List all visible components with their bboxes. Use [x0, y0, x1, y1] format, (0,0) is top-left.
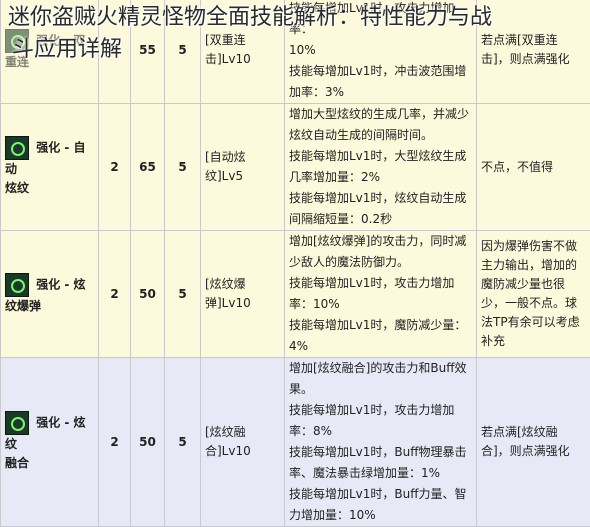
effect-line: 技能每增加Lv1时，攻击力增加: [289, 273, 472, 294]
rec-line: 法TP有余可以考虑: [481, 313, 586, 332]
sp-cost: 65: [131, 104, 165, 231]
effect-line: 少敌人的魔法防御力。: [289, 252, 472, 273]
prerequisite-line: 纹]Lv5: [205, 167, 280, 186]
page-title: 迷你盗贼火精灵怪物全面技能解析：特性能力与战 斗应用详解: [8, 2, 588, 66]
effect-cell: 增加[炫纹爆弹]的攻击力，同时减 少敌人的魔法防御力。 技能每增加Lv1时，攻击…: [285, 231, 477, 358]
effect-line: 率、魔法暴击绿增加量：1%: [289, 463, 472, 484]
effect-line: 增加大型炫纹的生成几率，并减少: [289, 104, 472, 125]
rec-line: 若点满[炫纹融: [481, 423, 586, 442]
max-level: 5: [165, 358, 201, 527]
prerequisite-line: [炫纹爆: [205, 275, 280, 294]
skill-name-cont: 纹爆弹: [5, 297, 94, 316]
effect-line: 果。: [289, 379, 472, 400]
prerequisite-line: [炫纹融: [205, 423, 280, 442]
recommendation-cell: 若点满[炫纹融 合]，则点满强化: [477, 358, 590, 527]
rec-line: 魔防减少量也很: [481, 275, 586, 294]
effect-line: 力增加量：10%: [289, 505, 472, 526]
level-req: 2: [99, 104, 131, 231]
skill-name: 强化 - 炫: [36, 277, 85, 291]
prerequisite-line: [自动炫: [205, 148, 280, 167]
effect-line: 技能每增加Lv1时，炫纹自动生成: [289, 188, 472, 209]
recommendation-cell: 不点，不值得: [477, 104, 590, 231]
prerequisite: [炫纹融 合]Lv10: [201, 358, 285, 527]
prerequisite-line: 合]Lv10: [205, 442, 280, 461]
skill-name-cell: 强化 - 自动 炫纹: [1, 104, 99, 231]
effect-line: 技能每增加Lv1时，攻击力增加: [289, 400, 472, 421]
effect-line: 4%: [289, 336, 472, 357]
effect-cell: 增加大型炫纹的生成几率，并减少 炫纹自动生成的间隔时间。 技能每增加Lv1时，大…: [285, 104, 477, 231]
skill-name-cell: 强化 - 炫纹 融合: [1, 358, 99, 527]
skill-icon: [5, 411, 29, 435]
rec-line: 补充: [481, 332, 586, 351]
table-row: 强化 - 炫纹 融合 2 50 5 [炫纹融 合]Lv10 增加[炫纹融合]的攻…: [1, 358, 590, 527]
effect-line: 加率：3%: [289, 82, 472, 103]
prerequisite-line: 弹]Lv10: [205, 294, 280, 313]
effect-line: 技能每增加Lv1时，魔防减少量：: [289, 315, 472, 336]
skill-name-cont: 融合: [5, 454, 94, 473]
prerequisite: [炫纹爆 弹]Lv10: [201, 231, 285, 358]
effect-line: 技能每增加Lv1时，大型炫纹生成: [289, 146, 472, 167]
max-level: 5: [165, 231, 201, 358]
skill-icon: [5, 136, 29, 160]
skill-icon: [5, 273, 29, 297]
skill-name-cont: 炫纹: [5, 179, 94, 198]
rec-line: 合]，则点满强化: [481, 442, 586, 461]
page-title-line2: 斗应用详解: [8, 34, 588, 66]
sp-cost: 50: [131, 358, 165, 527]
effect-line: 炫纹自动生成的间隔时间。: [289, 125, 472, 146]
rec-line: 因为爆弹伤害不做: [481, 237, 586, 256]
prerequisite: [自动炫 纹]Lv5: [201, 104, 285, 231]
max-level: 5: [165, 104, 201, 231]
effect-line: 率：8%: [289, 421, 472, 442]
effect-line: 增加[炫纹爆弹]的攻击力，同时减: [289, 231, 472, 252]
effect-line: 技能每增加Lv1时，Buff物理暴击: [289, 442, 472, 463]
rec-line: 主力输出，增加的: [481, 256, 586, 275]
sp-cost: 50: [131, 231, 165, 358]
effect-line: 几率增加量：2%: [289, 167, 472, 188]
effect-cell: 增加[炫纹融合]的攻击力和Buff效 果。 技能每增加Lv1时，攻击力增加 率：…: [285, 358, 477, 527]
level-req: 2: [99, 231, 131, 358]
table-row: 强化 - 自动 炫纹 2 65 5 [自动炫 纹]Lv5 增加大型炫纹的生成几率…: [1, 104, 590, 231]
table-row: 强化 - 炫 纹爆弹 2 50 5 [炫纹爆 弹]Lv10 增加[炫纹爆弹]的攻…: [1, 231, 590, 358]
effect-line: 技能每增加Lv1时，Buff力量、智: [289, 484, 472, 505]
rec-line: 不点，不值得: [481, 158, 586, 177]
rec-line: 少，一般不点。球: [481, 294, 586, 313]
page-title-line1: 迷你盗贼火精灵怪物全面技能解析：特性能力与战: [8, 2, 588, 34]
skill-table: 强化 - 双重连 2 55 5 [双重连击]Lv10 技能每增加Lv1时，攻击力…: [0, 0, 590, 527]
effect-line: 增加[炫纹融合]的攻击力和Buff效: [289, 358, 472, 379]
effect-line: 率：10%: [289, 294, 472, 315]
recommendation-cell: 因为爆弹伤害不做 主力输出，增加的 魔防减少量也很 少，一般不点。球 法TP有余…: [477, 231, 590, 358]
effect-line: 间隔缩短量：0.2秒: [289, 209, 472, 230]
skill-name-cell: 强化 - 炫 纹爆弹: [1, 231, 99, 358]
level-req: 2: [99, 358, 131, 527]
